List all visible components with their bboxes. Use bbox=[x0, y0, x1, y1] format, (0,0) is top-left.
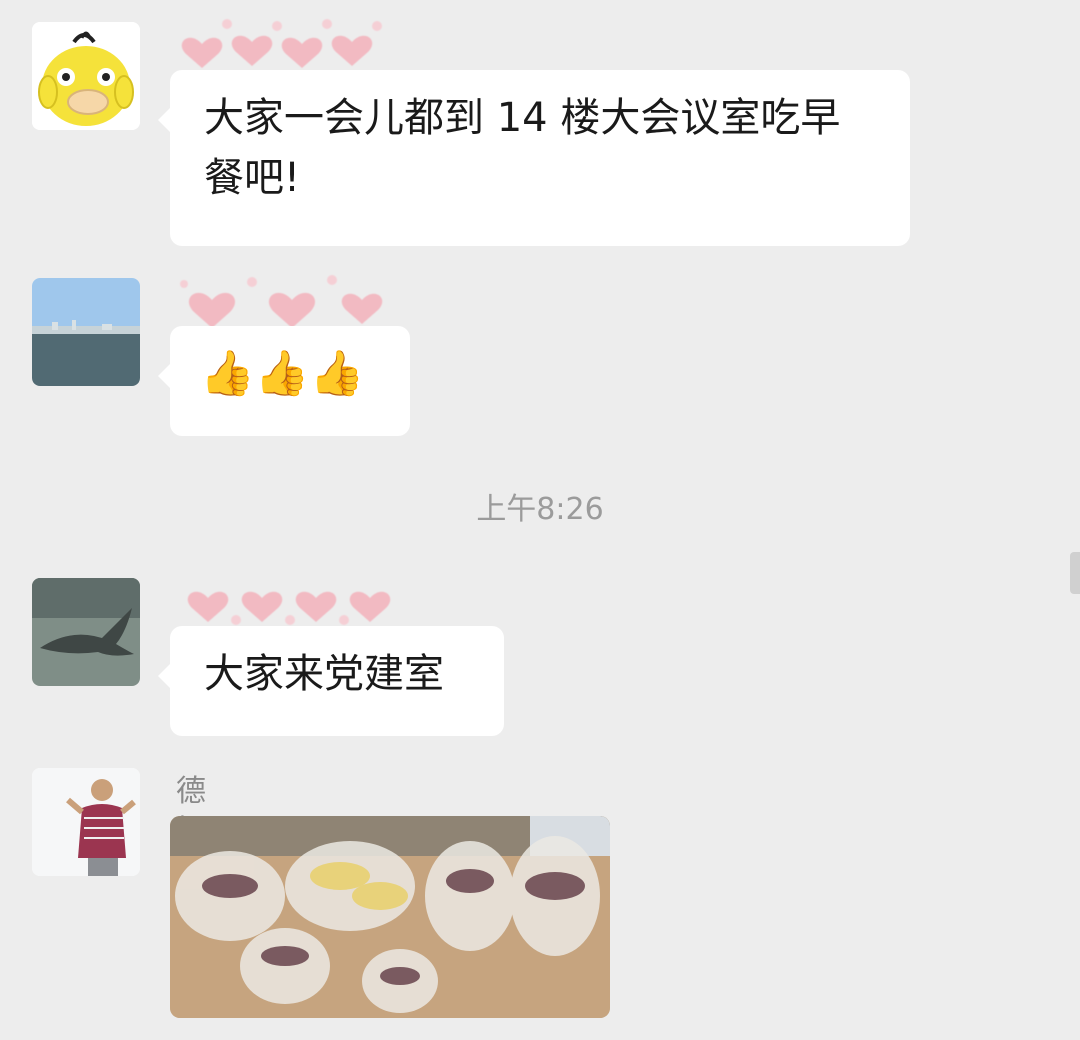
message-bubble[interactable]: 👍👍👍 bbox=[158, 326, 410, 436]
thumbs-up-emoji-text: 👍👍👍 bbox=[200, 348, 365, 399]
message-bubble[interactable]: 大家来党建室 bbox=[158, 626, 504, 736]
sea-view-avatar[interactable] bbox=[32, 278, 140, 386]
bird-photo-avatar[interactable] bbox=[32, 578, 140, 686]
masked-name-hearts bbox=[187, 591, 391, 625]
message-text: 大家来党建室 bbox=[204, 651, 444, 697]
person-photo-avatar[interactable] bbox=[32, 768, 140, 876]
message-text: 大家一会儿都到 14 楼大会议室吃早餐吧! bbox=[204, 95, 841, 201]
scrollbar-handle[interactable] bbox=[1070, 552, 1080, 594]
masked-name-hearts bbox=[180, 275, 383, 328]
timestamp: 上午8:26 bbox=[476, 492, 604, 527]
masked-name-hearts bbox=[181, 19, 382, 68]
message-bubble[interactable]: 大家一会儿都到 14 楼大会议室吃早餐吧! bbox=[158, 70, 910, 246]
yellow-duck-avatar[interactable] bbox=[32, 22, 140, 130]
breakfast-bags-photo[interactable] bbox=[170, 816, 610, 1018]
